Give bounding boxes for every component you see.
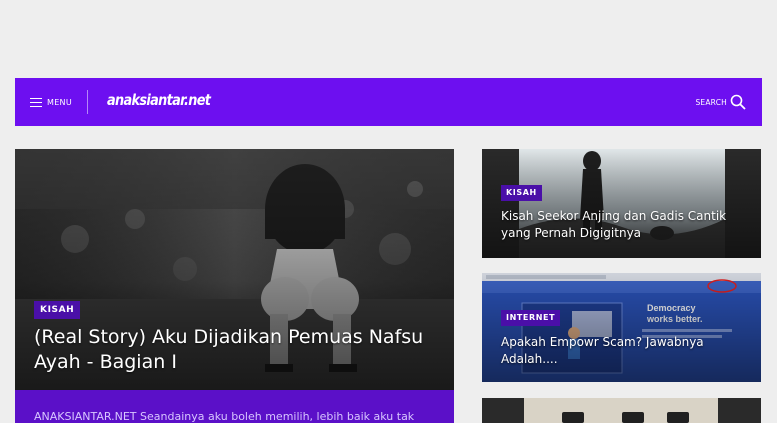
menu-label: MENU [47, 97, 72, 107]
side-post-1-category[interactable]: KISAH [501, 185, 542, 201]
side-post-2[interactable]: Democracy works better. INTERNET Apakah … [482, 273, 761, 382]
side-post-1-title[interactable]: Kisah Seekor Anjing dan Gadis Cantik yan… [501, 208, 746, 242]
search-button[interactable]: SEARCH [695, 94, 746, 110]
featured-post[interactable]: KISAH (Real Story) Aku Dijadikan Pemuas … [15, 149, 454, 423]
featured-post-excerpt: ANAKSIANTAR.NET Seandainya aku boleh mem… [34, 410, 415, 423]
menu-button[interactable]: MENU [30, 95, 72, 109]
search-icon [730, 94, 746, 110]
hamburger-icon [30, 97, 42, 107]
top-navbar: MENU anaksiantar.net SEARCH [15, 78, 762, 126]
side-post-1[interactable]: KISAH Kisah Seekor Anjing dan Gadis Cant… [482, 149, 761, 258]
nav-divider [87, 90, 88, 114]
featured-post-excerpt-box: ANAKSIANTAR.NET Seandainya aku boleh mem… [15, 390, 454, 423]
side-post-3[interactable] [482, 398, 761, 423]
featured-post-category[interactable]: KISAH [34, 301, 81, 319]
side-post-2-title[interactable]: Apakah Empowr Scam? Jawabnya Adalah.... [501, 334, 746, 368]
featured-post-title[interactable]: (Real Story) Aku Dijadikan Pemuas Nafsu … [34, 325, 434, 375]
site-logo[interactable]: anaksiantar.net [107, 91, 211, 109]
side-post-3-image [482, 398, 761, 423]
side-post-2-category[interactable]: INTERNET [501, 310, 561, 326]
search-label: SEARCH [695, 97, 727, 107]
